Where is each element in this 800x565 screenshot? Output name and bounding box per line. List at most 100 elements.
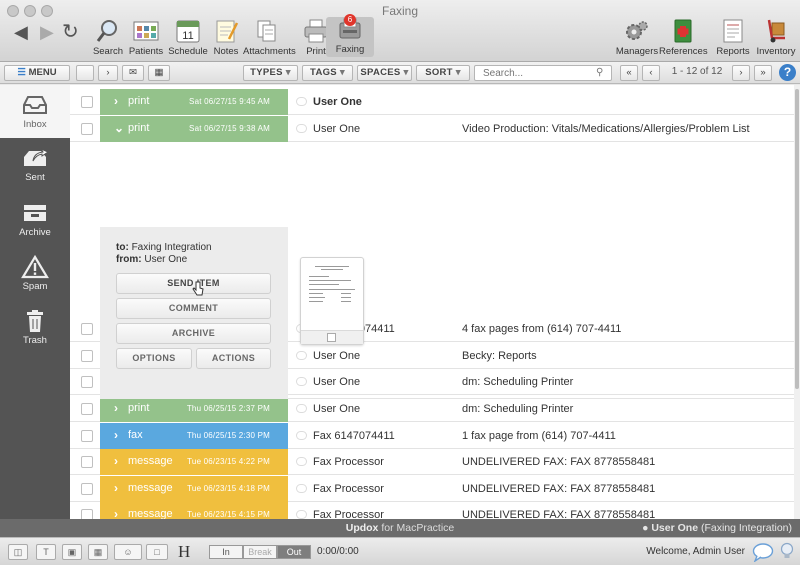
table-row[interactable]: › message Tue 06/23/15 4:15 PM Fax Processo… bbox=[70, 502, 794, 519]
detail-actions-panel: to: Faxing Integration from: User One SE… bbox=[100, 227, 288, 399]
table-row[interactable]: › message Tue 06/23/15 4:22 PM Fax Processo… bbox=[70, 449, 794, 475]
clock-out-toggle[interactable]: Out bbox=[277, 545, 311, 559]
toolbar-inventory-button[interactable]: Inventory bbox=[752, 19, 800, 57]
scrollbar-thumb[interactable] bbox=[795, 89, 799, 389]
search-input[interactable] bbox=[474, 65, 612, 81]
hospital-icon[interactable]: H bbox=[178, 542, 190, 562]
text-tool-icon[interactable]: T bbox=[36, 544, 56, 560]
chevron-right-icon[interactable]: › bbox=[114, 454, 118, 468]
toolbar-patients-button[interactable]: Patients bbox=[122, 19, 170, 57]
row-checkbox[interactable] bbox=[81, 350, 93, 362]
types-dropdown[interactable]: TYPES bbox=[243, 65, 298, 81]
chevron-right-icon[interactable]: › bbox=[114, 481, 118, 495]
chevron-right-icon[interactable]: › bbox=[114, 401, 118, 415]
refresh-icon[interactable]: ↻ bbox=[62, 19, 79, 44]
back-arrow-icon[interactable]: ◀ bbox=[14, 22, 28, 43]
time-clock-readout: 0:00/0:00 bbox=[317, 546, 359, 557]
item-type-tag[interactable]: › fax Thu 06/25/15 2:30 PM bbox=[100, 423, 288, 449]
select-all-checkbox[interactable] bbox=[76, 65, 94, 81]
chevron-right-icon[interactable]: › bbox=[114, 94, 118, 108]
item-from: User One bbox=[313, 96, 362, 108]
chevron-down-icon[interactable]: ⌄ bbox=[114, 121, 124, 135]
tag-icon[interactable]: ▦ bbox=[148, 65, 170, 81]
toolbar-managers-button[interactable]: Managers bbox=[613, 19, 661, 57]
item-type-tag[interactable]: › message Tue 06/23/15 4:18 PM bbox=[100, 476, 288, 502]
tags-dropdown[interactable]: TAGS bbox=[302, 65, 353, 81]
current-user-name: User One bbox=[651, 522, 699, 534]
item-type-tag[interactable]: ⌄ print Sat 06/27/15 9:38 AM bbox=[100, 116, 288, 142]
sidebar-item-spam[interactable]: Spam bbox=[0, 247, 70, 300]
references-icon bbox=[670, 19, 696, 43]
clock-in-toggle[interactable]: In bbox=[209, 545, 243, 559]
table-row[interactable]: › message Tue 06/23/15 4:18 PM Fax Processo… bbox=[70, 476, 794, 502]
row-checkbox[interactable] bbox=[81, 456, 93, 468]
item-from: Fax Processor bbox=[313, 483, 384, 495]
document-icon[interactable]: □ bbox=[146, 544, 168, 560]
row-checkbox[interactable] bbox=[81, 96, 93, 108]
toolbar-attachments-button[interactable]: Attachments bbox=[243, 19, 296, 57]
item-from: Fax 6147074411 bbox=[313, 430, 395, 442]
comment-button[interactable]: COMMENT bbox=[116, 298, 271, 319]
search-icon: ⚲ bbox=[596, 67, 604, 78]
break-toggle[interactable]: Break bbox=[243, 545, 277, 559]
first-page-button[interactable]: « bbox=[620, 65, 638, 81]
card-icon[interactable]: ▣ bbox=[62, 544, 82, 560]
next-page-button[interactable]: › bbox=[732, 65, 750, 81]
to-line: to: Faxing Integration bbox=[116, 242, 212, 253]
row-checkbox[interactable] bbox=[81, 509, 93, 519]
forward-arrow-icon[interactable]: ▶ bbox=[40, 22, 54, 43]
row-checkbox[interactable] bbox=[81, 483, 93, 495]
options-button[interactable]: OPTIONS bbox=[116, 348, 192, 369]
item-type-tag[interactable]: › print Sat 06/27/15 9:45 AM bbox=[100, 89, 288, 115]
toolbar-references-button[interactable]: References bbox=[659, 19, 708, 57]
attachment-clip-icon bbox=[296, 510, 307, 519]
row-checkbox[interactable] bbox=[81, 123, 93, 135]
actions-button[interactable]: ACTIONS bbox=[196, 348, 271, 369]
toolbar-faxing-button[interactable]: 6 Faxing bbox=[326, 14, 374, 57]
item-type-tag[interactable]: › message Tue 06/23/15 4:15 PM bbox=[100, 502, 288, 519]
item-date: Sat 06/27/15 9:38 AM bbox=[189, 124, 270, 133]
item-subject: 1 fax page from (614) 707-4411 bbox=[462, 430, 616, 442]
chat-bubble-icon[interactable] bbox=[752, 542, 774, 562]
menu-button[interactable]: ☰ MENU bbox=[4, 65, 70, 81]
last-page-button[interactable]: » bbox=[754, 65, 772, 81]
item-type-tag[interactable]: › print Thu 06/25/15 2:37 PM bbox=[100, 396, 288, 422]
sidebar-item-inbox[interactable]: Inbox bbox=[0, 85, 70, 138]
row-checkbox[interactable] bbox=[81, 430, 93, 442]
expand-chevron-icon[interactable]: › bbox=[98, 65, 118, 81]
table-row[interactable]: › fax Thu 06/25/15 2:30 PM Fax 6147074411 1 … bbox=[70, 423, 794, 449]
list-scrollbar[interactable] bbox=[794, 85, 800, 519]
sidebar-item-sent[interactable]: Sent bbox=[0, 138, 70, 191]
lightbulb-icon[interactable] bbox=[780, 542, 794, 562]
attachment-clip-icon bbox=[296, 457, 307, 466]
table-row[interactable]: › print Sat 06/27/15 9:45 AM User One bbox=[70, 89, 794, 115]
archive-button[interactable]: ARCHIVE bbox=[116, 323, 271, 344]
sidebar-item-label: Inbox bbox=[23, 119, 47, 130]
user-card-icon[interactable]: ☺ bbox=[114, 544, 142, 560]
prev-page-button[interactable]: ‹ bbox=[642, 65, 660, 81]
thumbnail-select-checkbox[interactable] bbox=[327, 333, 336, 342]
chevron-right-icon[interactable]: › bbox=[114, 507, 118, 519]
chevron-right-icon[interactable]: › bbox=[114, 428, 118, 442]
grid-icon[interactable]: ▦ bbox=[88, 544, 108, 560]
sidebar-toggle-icon[interactable]: ◫ bbox=[8, 544, 28, 560]
attachment-clip-icon bbox=[296, 484, 307, 493]
item-type-tag[interactable]: › message Tue 06/23/15 4:22 PM bbox=[100, 449, 288, 475]
sidebar-item-trash[interactable]: Trash bbox=[0, 301, 70, 354]
reports-icon bbox=[720, 19, 746, 43]
bottom-bar: ◫ T ▣ ▦ ☺ □ H In Break Out 0:00/0:00 Wel… bbox=[0, 537, 800, 565]
mail-icon[interactable]: ✉ bbox=[122, 65, 144, 81]
window-title: Faxing bbox=[381, 4, 419, 18]
toolbar-reports-button[interactable]: Reports bbox=[709, 19, 757, 57]
row-checkbox[interactable] bbox=[81, 376, 93, 388]
table-row[interactable]: ⌄ print Sat 06/27/15 9:38 AM User One Video … bbox=[70, 116, 794, 142]
help-button[interactable]: ? bbox=[779, 64, 796, 81]
row-checkbox[interactable] bbox=[81, 323, 93, 335]
to-label: to: bbox=[116, 242, 129, 253]
sidebar-item-archive[interactable]: Archive bbox=[0, 193, 70, 246]
sort-dropdown[interactable]: SORT bbox=[416, 65, 470, 81]
spaces-dropdown[interactable]: SPACES bbox=[357, 65, 412, 81]
row-checkbox[interactable] bbox=[81, 403, 93, 415]
document-thumbnail[interactable] bbox=[300, 257, 364, 345]
table-row[interactable]: › print Thu 06/25/15 2:37 PM User One dm: Sc… bbox=[70, 396, 794, 422]
